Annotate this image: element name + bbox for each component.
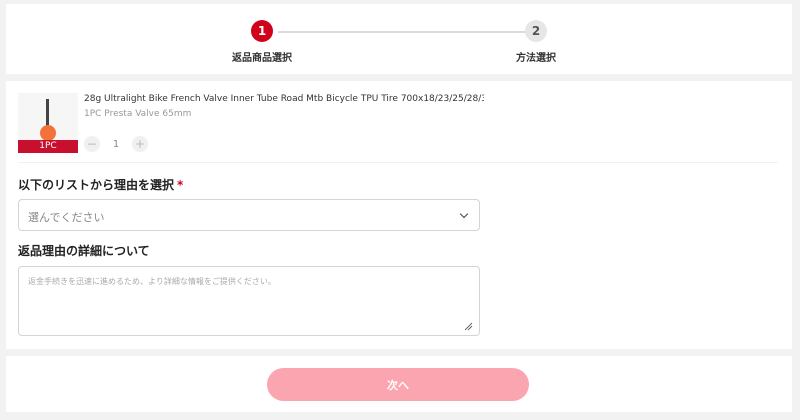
product-thumbnail: 1PC bbox=[18, 93, 78, 153]
quantity-value: 1 bbox=[112, 138, 120, 150]
step-number-badge: 1 bbox=[251, 20, 273, 42]
reason-label-text: 以下のリストから理由を選択 bbox=[18, 178, 175, 192]
step-label: 方法選択 bbox=[516, 53, 556, 64]
step-number-badge: 2 bbox=[525, 20, 547, 42]
product-variant: 1PC Presta Valve 65mm bbox=[84, 109, 192, 119]
product-title: 28g Ultralight Bike French Valve Inner T… bbox=[84, 94, 484, 104]
thumbnail-badge: 1PC bbox=[18, 140, 78, 153]
return-stepper: 1 返品商品選択 2 方法選択 bbox=[6, 4, 792, 74]
details-textarea[interactable] bbox=[18, 266, 480, 336]
return-form: 1PC 28g Ultralight Bike French Valve Inn… bbox=[6, 81, 792, 349]
step-label: 返品商品選択 bbox=[232, 53, 292, 64]
resize-handle-icon[interactable] bbox=[463, 321, 473, 331]
next-button[interactable]: 次へ bbox=[267, 368, 529, 401]
quantity-stepper: − 1 + bbox=[84, 135, 148, 153]
inner-tube-graphic bbox=[40, 125, 56, 141]
product-item: 1PC 28g Ultralight Bike French Valve Inn… bbox=[18, 93, 778, 163]
details-label: 返品理由の詳細について bbox=[18, 244, 150, 258]
reason-select-placeholder: 選んでください bbox=[28, 211, 105, 224]
chevron-down-icon bbox=[459, 209, 469, 219]
step-select-items: 1 返品商品選択 bbox=[202, 20, 322, 64]
step-select-method: 2 方法選択 bbox=[476, 20, 596, 64]
reason-select[interactable]: 選んでください bbox=[18, 199, 480, 231]
quantity-decrement-button[interactable]: − bbox=[84, 136, 100, 152]
quantity-increment-button[interactable]: + bbox=[132, 136, 148, 152]
required-mark: * bbox=[177, 178, 184, 192]
footer-bar: 次へ bbox=[6, 356, 792, 412]
reason-label: 以下のリストから理由を選択 * bbox=[18, 176, 183, 193]
